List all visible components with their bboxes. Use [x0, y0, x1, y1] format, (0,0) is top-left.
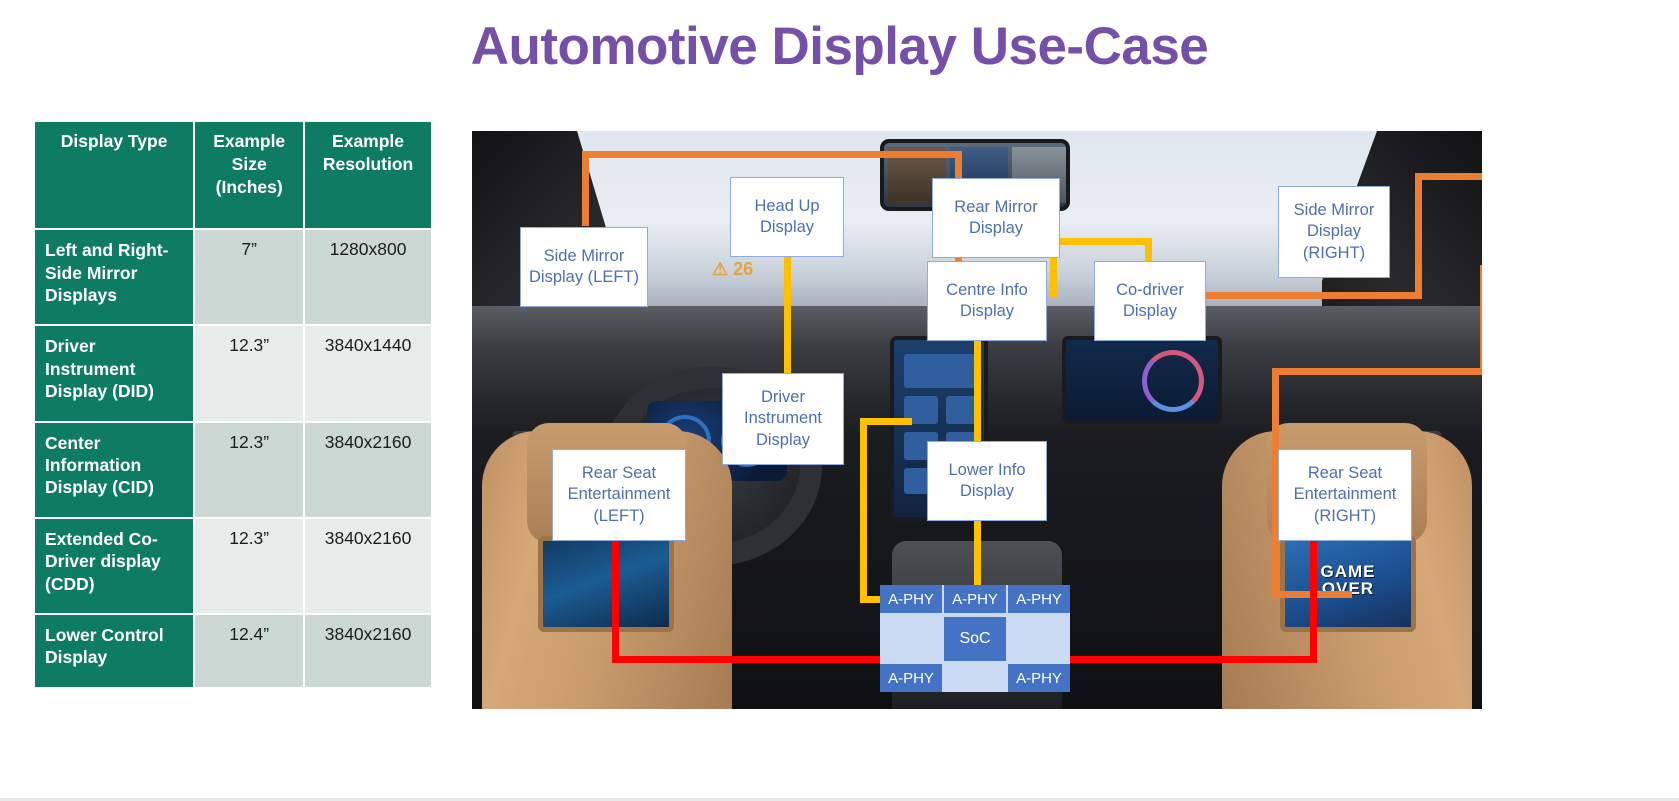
table-header-row: Display Type Example Size (Inches) Examp… — [35, 122, 431, 229]
cell-example-resolution: 3840x2160 — [305, 518, 431, 613]
callout-co-driver-line1: Co-driver — [1116, 280, 1184, 299]
connector-red-left-run — [612, 656, 882, 663]
hud-speed-value: 26 — [733, 259, 754, 279]
callout-side-mirror-left-line1: Side Mirror — [543, 246, 625, 265]
connector-orange-right-top — [1415, 173, 1482, 180]
cell-display-type: Extended Co-Driver display (CDD) — [35, 518, 194, 613]
callout-did-line2: Instrument — [744, 409, 822, 428]
callout-lower-info-line2: Display — [959, 482, 1015, 500]
callout-did-line1: Driver — [760, 388, 805, 407]
column-header-example-resolution: Example Resolution — [305, 122, 431, 229]
column-header-size-line1: Example — [213, 131, 286, 151]
callout-rear-mirror-line1: Rear Mirror — [954, 197, 1038, 216]
connector-red-right-run — [1047, 656, 1317, 663]
cell-example-size: 12.3” — [195, 326, 304, 421]
connector-orange-right-rise — [1415, 173, 1422, 299]
connector-orange-top-left — [582, 151, 962, 158]
cell-display-type: Center Information Display (CID) — [35, 422, 194, 517]
rear-seat-entertainment-screen-left — [538, 536, 674, 632]
callout-rear-mirror-line2: Display — [968, 219, 1024, 237]
callout-side-mirror-right-line3: (RIGHT) — [1302, 243, 1366, 262]
connector-yellow-hud — [784, 253, 791, 373]
cell-example-resolution: 3840x2160 — [305, 422, 431, 517]
cell-example-resolution: 3840x2160 — [305, 614, 431, 687]
callout-rear-mirror-display[interactable]: Rear Mirror Display — [932, 178, 1060, 258]
callout-rear-seat-left[interactable]: Rear Seat Entertainment (LEFT) — [552, 449, 686, 541]
co-driver-display-screen — [1062, 336, 1222, 424]
callout-side-mirror-right-line2: Display — [1306, 222, 1362, 241]
column-header-size-line3: (Inches) — [215, 176, 283, 197]
aphy-bottom-right[interactable]: A-PHY — [1008, 664, 1070, 692]
callout-centre-info-line2: Display — [959, 302, 1015, 320]
rear-seat-entertainment-screen-right: GAME OVER — [1280, 536, 1416, 632]
callout-centre-info-line1: Centre Info — [946, 280, 1028, 299]
page-title: Automotive Display Use-Case — [470, 17, 1209, 76]
soc-core[interactable]: SoC — [944, 617, 1006, 661]
column-header-display-type: Display Type — [35, 122, 194, 229]
connector-orange-left-drop — [582, 151, 589, 226]
callout-co-driver-line2: Display — [1122, 302, 1178, 320]
column-header-res-line1: Example — [332, 131, 405, 151]
connector-yellow-centre-info — [974, 338, 981, 458]
callout-co-driver-display[interactable]: Co-driver Display — [1094, 261, 1206, 341]
soc-network-block: A-PHY A-PHY A-PHY SoC A-PHY A-PHY — [880, 585, 1070, 692]
connector-yellow-did-drop — [860, 418, 867, 603]
callout-side-mirror-left[interactable]: Side Mirror Display (LEFT) — [520, 227, 648, 307]
callout-centre-info-display[interactable]: Centre Info Display — [927, 261, 1047, 341]
connector-yellow-did-run — [860, 418, 912, 425]
callout-rear-seat-left-line2: Entertainment — [567, 485, 671, 504]
table-header: Display Type Example Size (Inches) Examp… — [35, 122, 431, 229]
aphy-top-center[interactable]: A-PHY — [944, 585, 1006, 613]
aphy-bottom-left[interactable]: A-PHY — [880, 664, 942, 692]
callout-rear-seat-left-line1: Rear Seat — [581, 464, 657, 483]
cell-example-size: 12.3” — [195, 518, 304, 613]
aphy-top-right[interactable]: A-PHY — [1008, 585, 1070, 613]
aphy-top-left[interactable]: A-PHY — [880, 585, 942, 613]
cell-display-type: Driver Instrument Display (DID) — [35, 326, 194, 421]
callout-head-up-display[interactable]: Head Up Display — [730, 177, 844, 257]
cid-tile-1 — [904, 354, 980, 388]
warning-triangle-icon: ⚠ — [712, 259, 729, 279]
cell-example-size: 12.4” — [195, 614, 304, 687]
callout-side-mirror-right-line1: Side Mirror — [1293, 201, 1375, 220]
connector-yellow-did-to-aphy — [860, 596, 882, 603]
column-header-size-line2: Size — [231, 153, 267, 174]
cell-example-size: 7” — [195, 230, 304, 325]
slide-root: Automotive Display Use-Case Display Type… — [0, 0, 1679, 801]
cell-display-type: Left and Right-Side Mirror Displays — [35, 230, 194, 325]
table-row: Extended Co-Driver display (CDD) 12.3” 3… — [35, 518, 431, 613]
connector-yellow-codriver-top — [1050, 238, 1152, 245]
table-body: Left and Right-Side Mirror Displays 7” 1… — [35, 230, 431, 687]
table-row: Lower Control Display 12.4” 3840x2160 — [35, 614, 431, 687]
column-header-res-line2: Resolution — [322, 153, 414, 174]
cell-example-resolution: 1280x800 — [305, 230, 431, 325]
table-row: Center Information Display (CID) 12.3” 3… — [35, 422, 431, 517]
callout-hud-line1: Head Up — [754, 196, 820, 215]
table-row: Left and Right-Side Mirror Displays 7” 1… — [35, 230, 431, 325]
table-row: Driver Instrument Display (DID) 12.3” 38… — [35, 326, 431, 421]
column-header-example-size: Example Size (Inches) — [195, 122, 304, 229]
connector-orange-right-mirror-drop — [1480, 265, 1482, 375]
callout-rear-seat-right-line3: (RIGHT) — [1313, 506, 1377, 525]
callout-lower-info-display[interactable]: Lower Info Display — [927, 441, 1047, 521]
display-spec-table: Display Type Example Size (Inches) Examp… — [33, 120, 433, 689]
callout-driver-instrument-display[interactable]: Driver Instrument Display — [722, 373, 844, 465]
callout-rear-seat-right[interactable]: Rear Seat Entertainment (RIGHT) — [1278, 449, 1412, 541]
cdd-graphic — [1142, 350, 1204, 412]
connector-orange-right-run — [1272, 368, 1482, 375]
callout-did-line3: Display — [755, 430, 811, 449]
column-header-display-type-label: Display Type — [60, 131, 168, 151]
cell-example-resolution: 3840x1440 — [305, 326, 431, 421]
callout-hud-line2: Display — [759, 218, 815, 236]
callout-rear-seat-right-line1: Rear Seat — [1307, 464, 1383, 483]
callout-rear-seat-left-line3: (LEFT) — [593, 506, 645, 525]
cell-example-size: 12.3” — [195, 422, 304, 517]
hud-speed-readout: ⚠ 26 — [712, 259, 753, 280]
callout-rear-seat-right-line2: Entertainment — [1293, 485, 1397, 504]
cell-display-type: Lower Control Display — [35, 614, 194, 687]
callout-side-mirror-left-line2: Display (LEFT) — [528, 268, 639, 286]
callout-side-mirror-right[interactable]: Side Mirror Display (RIGHT) — [1278, 186, 1390, 278]
connector-yellow-lower-info — [974, 518, 981, 590]
callout-lower-info-line1: Lower Info — [948, 460, 1026, 479]
